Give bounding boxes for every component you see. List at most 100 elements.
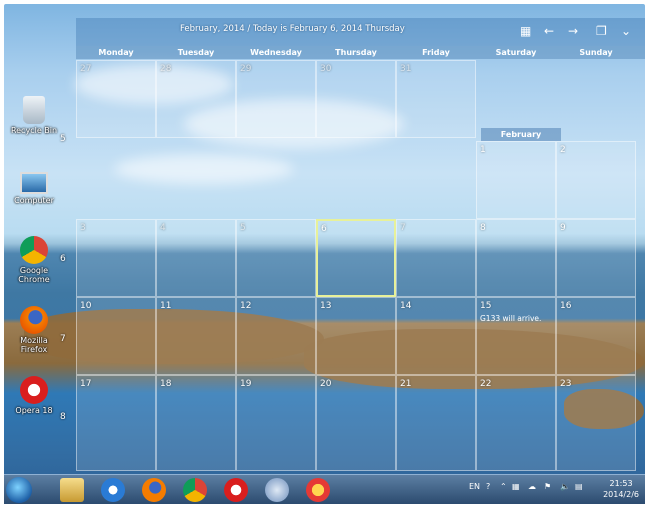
weekday-label: Sunday xyxy=(579,48,613,57)
desktop-icon-label: Recycle Bin xyxy=(10,126,58,135)
day-number: 29 xyxy=(240,64,252,74)
desktop-icon-label: Computer xyxy=(14,196,54,205)
calendar-day[interactable]: 2 xyxy=(556,141,636,219)
calendar-day[interactable]: 9 xyxy=(556,219,636,297)
flag-icon[interactable]: ⚑ xyxy=(544,482,551,491)
day-number: 7 xyxy=(400,223,406,233)
safari-icon[interactable] xyxy=(265,478,289,502)
weekday-label: Saturday xyxy=(495,48,537,57)
system-clock[interactable]: 21:53 2014/2/6 xyxy=(603,478,639,500)
calendar-day[interactable]: 23 xyxy=(556,375,636,471)
day-number: 18 xyxy=(160,379,172,389)
day-number: 30 xyxy=(320,64,332,74)
calendar-title: February, 2014 / Today is February 6, 20… xyxy=(180,24,405,34)
calendar-day[interactable]: 28 xyxy=(156,60,236,138)
day-number: 9 xyxy=(560,223,566,233)
desktop: Recycle Bin Computer Google Chrome Mozil… xyxy=(4,4,645,503)
firefox-icon[interactable] xyxy=(142,478,166,502)
day-number: 4 xyxy=(160,223,166,233)
day-number: 22 xyxy=(480,379,492,389)
clock-date: 2014/2/6 xyxy=(603,490,639,499)
calendar-day[interactable]: 16 xyxy=(556,297,636,375)
day-number: 31 xyxy=(400,64,412,74)
calendar-day[interactable]: 5 xyxy=(236,219,316,297)
calendar-day[interactable]: 7 xyxy=(396,219,476,297)
opera-icon[interactable] xyxy=(224,478,248,502)
day-number: 6 xyxy=(321,224,327,234)
calendar-day[interactable]: 1 xyxy=(476,141,556,219)
day-number: 1 xyxy=(480,145,486,155)
explorer-icon[interactable] xyxy=(60,478,84,502)
day-number: 15 xyxy=(480,301,492,311)
desktop-icon-label: Google Chrome xyxy=(18,266,50,284)
speaker-icon[interactable]: 🔈 xyxy=(560,482,570,491)
window-restore-icon[interactable]: ❐ xyxy=(596,24,607,38)
week-number: 5 xyxy=(60,134,66,144)
calendar-day[interactable]: 14 xyxy=(396,297,476,375)
calendar-day[interactable]: 17 xyxy=(76,375,156,471)
calendar-event[interactable]: G133 will arrive. xyxy=(480,314,541,323)
desktop-icon-chrome[interactable]: Google Chrome xyxy=(6,236,62,284)
calendar-day[interactable]: 12 xyxy=(236,297,316,375)
start-button[interactable] xyxy=(6,477,32,503)
cloud-icon[interactable]: ☁ xyxy=(528,482,536,491)
day-number: 11 xyxy=(160,301,172,311)
calendar-day[interactable]: 10 xyxy=(76,297,156,375)
language-indicator[interactable]: EN xyxy=(469,482,480,491)
chrome-icon xyxy=(20,236,48,264)
calendar-day[interactable]: 13 xyxy=(316,297,396,375)
desktop-icon-recycle-bin[interactable]: Recycle Bin xyxy=(6,96,62,135)
day-number: 20 xyxy=(320,379,332,389)
next-arrow-icon[interactable]: → xyxy=(568,24,578,38)
calendar-icon[interactable]: ▦ xyxy=(520,24,531,38)
desktop-icon-firefox[interactable]: Mozilla Firefox xyxy=(6,306,62,354)
clock-time: 21:53 xyxy=(609,479,633,488)
network-icon[interactable]: ▤ xyxy=(575,482,583,491)
day-number: 21 xyxy=(400,379,412,389)
chevron-up-icon[interactable]: ⌃ xyxy=(500,482,507,491)
day-number: 16 xyxy=(560,301,572,311)
app-icon[interactable] xyxy=(306,478,330,502)
calendar-header: February, 2014 / Today is February 6, 20… xyxy=(76,18,645,46)
calendar-day[interactable]: 11 xyxy=(156,297,236,375)
day-number: 19 xyxy=(240,379,252,389)
help-icon[interactable]: ? xyxy=(486,482,490,491)
week-number: 7 xyxy=(60,334,66,344)
day-number: 3 xyxy=(80,223,86,233)
calendar-day[interactable]: 20 xyxy=(316,375,396,471)
calendar-day[interactable]: 27 xyxy=(76,60,156,138)
desktop-icon-opera[interactable]: Opera 18 xyxy=(6,376,62,415)
calendar-day[interactable]: 21 xyxy=(396,375,476,471)
weekday-label: Monday xyxy=(98,48,134,57)
grid-icon[interactable]: ▦ xyxy=(512,482,520,491)
opera-icon xyxy=(20,376,48,404)
computer-icon xyxy=(20,172,48,194)
desktop-icon-label: Opera 18 xyxy=(15,406,53,415)
calendar-day[interactable]: 4 xyxy=(156,219,236,297)
calendar-day[interactable]: 22 xyxy=(476,375,556,471)
day-number: 14 xyxy=(400,301,412,311)
calendar-day[interactable]: 18 xyxy=(156,375,236,471)
calendar-day[interactable]: 30 xyxy=(316,60,396,138)
desktop-icon-label: Mozilla Firefox xyxy=(20,336,48,354)
day-number: 17 xyxy=(80,379,92,389)
prev-arrow-icon[interactable]: ← xyxy=(544,24,554,38)
internet-explorer-icon[interactable] xyxy=(101,478,125,502)
calendar-day[interactable]: 8 xyxy=(476,219,556,297)
calendar-day[interactable]: 3 xyxy=(76,219,156,297)
day-number: 8 xyxy=(480,223,486,233)
desktop-icon-computer[interactable]: Computer xyxy=(6,166,62,205)
week-number: 8 xyxy=(60,412,66,422)
calendar-day-today[interactable]: 6 xyxy=(316,219,396,297)
day-number: 2 xyxy=(560,145,566,155)
day-number: 10 xyxy=(80,301,92,311)
weekday-label: Tuesday xyxy=(177,48,215,57)
chevron-down-icon[interactable]: ⌄ xyxy=(621,24,631,38)
day-number: 27 xyxy=(80,64,92,74)
calendar-day[interactable]: 31 xyxy=(396,60,476,138)
firefox-icon xyxy=(20,306,48,334)
calendar-day[interactable]: 19 xyxy=(236,375,316,471)
calendar-day[interactable]: 15 G133 will arrive. xyxy=(476,297,556,375)
chrome-icon[interactable] xyxy=(183,478,207,502)
calendar-day[interactable]: 29 xyxy=(236,60,316,138)
